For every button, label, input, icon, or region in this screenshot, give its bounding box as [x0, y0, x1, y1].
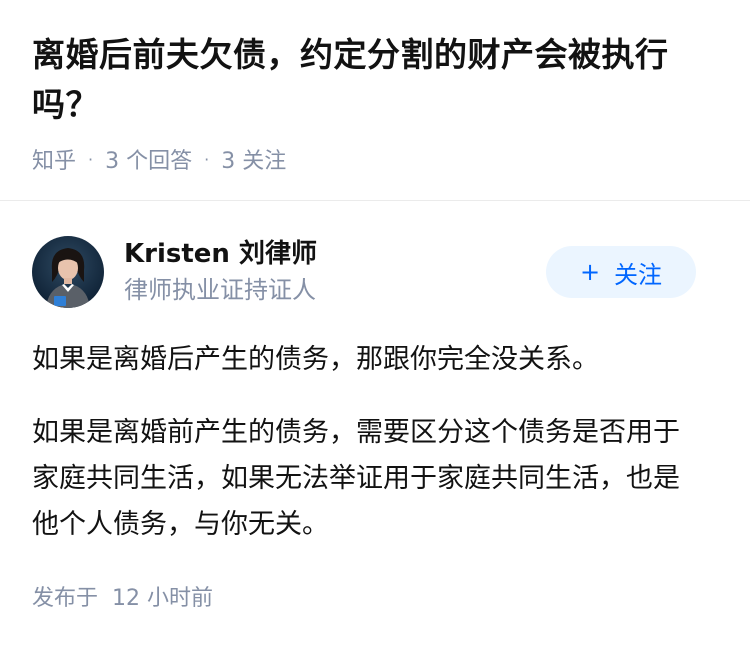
author-description: 律师执业证持证人	[124, 276, 316, 304]
meta-separator-dot: ·	[88, 149, 94, 169]
publish-info: 发布于 12 小时前	[32, 580, 718, 612]
question-title[interactable]: 离婚后前夫欠债，约定分割的财产会被执行吗？	[32, 30, 718, 130]
followers-label: 关注	[242, 149, 287, 174]
publish-label: 发布于	[32, 586, 99, 611]
followers-count: 3	[221, 149, 236, 174]
avatar-image	[32, 236, 104, 308]
author-info: Kristen 刘律师 律师执业证持证人	[124, 237, 546, 307]
plus-icon: +	[579, 258, 601, 286]
author-row: Kristen 刘律师 律师执业证持证人 + 关注	[32, 235, 718, 309]
question-header: 离婚后前夫欠债，约定分割的财产会被执行吗？ 知乎 · 3 个回答 · 3 关注	[0, 0, 750, 200]
question-meta: 知乎 · 3 个回答 · 3 关注	[32, 143, 718, 175]
author-name[interactable]: Kristen 刘律师	[124, 237, 546, 271]
answer-paragraph: 如果是离婚前产生的债务，需要区分这个债务是否用于家庭共同生活，如果无法举证用于家…	[32, 417, 680, 540]
answers-label: 个回答	[126, 149, 193, 174]
follow-button[interactable]: + 关注	[546, 246, 696, 298]
followers-count-group[interactable]: 3 关注	[221, 143, 286, 175]
answer-content: 如果是离婚后产生的债务，那跟你完全没关系。 如果是离婚前产生的债务，需要区分这个…	[32, 337, 702, 548]
meta-separator-dot: ·	[204, 149, 210, 169]
answer-paragraph: 如果是离婚后产生的债务，那跟你完全没关系。	[32, 344, 599, 375]
author-avatar[interactable]	[32, 236, 104, 308]
publish-time: 12 小时前	[112, 586, 214, 611]
answers-count: 3	[105, 149, 120, 174]
answer-card: Kristen 刘律师 律师执业证持证人 + 关注 如果是离婚后产生的债务，那跟…	[0, 201, 750, 612]
answers-count-group[interactable]: 3 个回答	[105, 143, 192, 175]
follow-label: 关注	[614, 260, 663, 289]
question-source[interactable]: 知乎	[32, 143, 76, 175]
